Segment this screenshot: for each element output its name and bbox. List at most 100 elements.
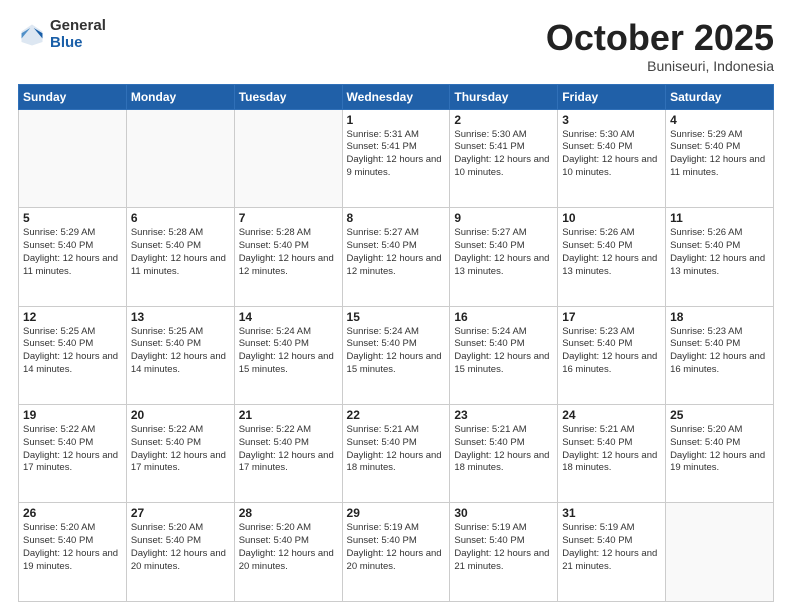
day-number: 20 bbox=[131, 408, 230, 422]
day-info: Sunrise: 5:22 AM Sunset: 5:40 PM Dayligh… bbox=[131, 424, 230, 475]
weekday-saturday: Saturday bbox=[666, 84, 774, 109]
day-info: Sunrise: 5:22 AM Sunset: 5:40 PM Dayligh… bbox=[23, 424, 122, 475]
day-cell: 10 Sunrise: 5:26 AM Sunset: 5:40 PM Dayli… bbox=[558, 208, 666, 306]
day-number: 18 bbox=[670, 310, 769, 324]
day-number: 16 bbox=[454, 310, 553, 324]
day-cell: 9Sunrise: 5:27 AM Sunset: 5:40 PM Daylig… bbox=[450, 208, 558, 306]
page: General Blue October 2025 Buniseuri, Ind… bbox=[0, 0, 792, 612]
day-number: 19 bbox=[23, 408, 122, 422]
day-cell: 14 Sunrise: 5:24 AM Sunset: 5:40 PM Dayli… bbox=[234, 306, 342, 404]
logo-blue: Blue bbox=[50, 34, 83, 51]
day-number: 6 bbox=[131, 211, 230, 225]
day-number: 14 bbox=[239, 310, 338, 324]
day-cell: 20 Sunrise: 5:22 AM Sunset: 5:40 PM Dayli… bbox=[126, 405, 234, 503]
day-cell: 31Sunrise: 5:19 AM Sunset: 5:40 PM Dayli… bbox=[558, 503, 666, 602]
week-row-2: 12Sunrise: 5:25 AM Sunset: 5:40 PM Dayli… bbox=[19, 306, 774, 404]
header: General Blue October 2025 Buniseuri, Ind… bbox=[18, 18, 774, 74]
day-number: 26 bbox=[23, 506, 122, 520]
logo-icon bbox=[18, 21, 46, 49]
day-info: Sunrise: 5:23 AM Sunset: 5:40 PM Dayligh… bbox=[670, 326, 769, 377]
day-number: 17 bbox=[562, 310, 661, 324]
day-number: 25 bbox=[670, 408, 769, 422]
day-number: 10 bbox=[562, 211, 661, 225]
day-number: 15 bbox=[347, 310, 446, 324]
day-number: 30 bbox=[454, 506, 553, 520]
day-number: 1 bbox=[347, 113, 446, 127]
day-cell bbox=[234, 109, 342, 207]
day-number: 23 bbox=[454, 408, 553, 422]
weekday-monday: Monday bbox=[126, 84, 234, 109]
day-cell: 2Sunrise: 5:30 AM Sunset: 5:41 PM Daylig… bbox=[450, 109, 558, 207]
day-number: 11 bbox=[670, 211, 769, 225]
day-cell: 26 Sunrise: 5:20 AM Sunset: 5:40 PM Dayli… bbox=[19, 503, 127, 602]
day-info: Sunrise: 5:31 AM Sunset: 5:41 PM Dayligh… bbox=[347, 129, 446, 180]
day-number: 29 bbox=[347, 506, 446, 520]
day-number: 8 bbox=[347, 211, 446, 225]
day-info: Sunrise: 5:27 AM Sunset: 5:40 PM Dayligh… bbox=[347, 227, 446, 278]
day-info: Sunrise: 5:29 AM Sunset: 5:40 PM Dayligh… bbox=[670, 129, 769, 180]
day-number: 22 bbox=[347, 408, 446, 422]
day-info: Sunrise: 5:20 AM Sunset: 5:40 PM Dayligh… bbox=[670, 424, 769, 475]
month-title: October 2025 bbox=[546, 18, 774, 58]
day-number: 24 bbox=[562, 408, 661, 422]
week-row-0: 1 Sunrise: 5:31 AM Sunset: 5:41 PM Daylig… bbox=[19, 109, 774, 207]
day-cell: 3 Sunrise: 5:30 AM Sunset: 5:40 PM Daylig… bbox=[558, 109, 666, 207]
day-cell: 16 Sunrise: 5:24 AM Sunset: 5:40 PM Dayli… bbox=[450, 306, 558, 404]
day-info: Sunrise: 5:19 AM Sunset: 5:40 PM Dayligh… bbox=[454, 522, 553, 573]
day-info: Sunrise: 5:24 AM Sunset: 5:40 PM Dayligh… bbox=[347, 326, 446, 377]
day-info: Sunrise: 5:24 AM Sunset: 5:40 PM Dayligh… bbox=[239, 326, 338, 377]
week-row-3: 19 Sunrise: 5:22 AM Sunset: 5:40 PM Dayli… bbox=[19, 405, 774, 503]
day-cell: 28Sunrise: 5:20 AM Sunset: 5:40 PM Dayli… bbox=[234, 503, 342, 602]
day-cell: 6 Sunrise: 5:28 AM Sunset: 5:40 PM Daylig… bbox=[126, 208, 234, 306]
day-cell: 7Sunrise: 5:28 AM Sunset: 5:40 PM Daylig… bbox=[234, 208, 342, 306]
day-number: 3 bbox=[562, 113, 661, 127]
day-cell bbox=[666, 503, 774, 602]
day-info: Sunrise: 5:26 AM Sunset: 5:40 PM Dayligh… bbox=[670, 227, 769, 278]
day-info: Sunrise: 5:21 AM Sunset: 5:40 PM Dayligh… bbox=[454, 424, 553, 475]
day-cell: 12Sunrise: 5:25 AM Sunset: 5:40 PM Dayli… bbox=[19, 306, 127, 404]
calendar-table: SundayMondayTuesdayWednesdayThursdayFrid… bbox=[18, 84, 774, 602]
day-cell: 13Sunrise: 5:25 AM Sunset: 5:40 PM Dayli… bbox=[126, 306, 234, 404]
logo-general: General bbox=[50, 17, 106, 34]
day-info: Sunrise: 5:30 AM Sunset: 5:40 PM Dayligh… bbox=[562, 129, 661, 180]
day-cell: 21 Sunrise: 5:22 AM Sunset: 5:40 PM Dayli… bbox=[234, 405, 342, 503]
day-cell: 24 Sunrise: 5:21 AM Sunset: 5:40 PM Dayli… bbox=[558, 405, 666, 503]
day-cell: 29Sunrise: 5:19 AM Sunset: 5:40 PM Dayli… bbox=[342, 503, 450, 602]
day-cell: 27Sunrise: 5:20 AM Sunset: 5:40 PM Dayli… bbox=[126, 503, 234, 602]
day-info: Sunrise: 5:23 AM Sunset: 5:40 PM Dayligh… bbox=[562, 326, 661, 377]
weekday-wednesday: Wednesday bbox=[342, 84, 450, 109]
day-cell: 8 Sunrise: 5:27 AM Sunset: 5:40 PM Daylig… bbox=[342, 208, 450, 306]
day-info: Sunrise: 5:21 AM Sunset: 5:40 PM Dayligh… bbox=[347, 424, 446, 475]
title-block: October 2025 Buniseuri, Indonesia bbox=[546, 18, 774, 74]
day-cell: 23 Sunrise: 5:21 AM Sunset: 5:40 PM Dayli… bbox=[450, 405, 558, 503]
day-number: 7 bbox=[239, 211, 338, 225]
day-info: Sunrise: 5:20 AM Sunset: 5:40 PM Dayligh… bbox=[239, 522, 338, 573]
day-number: 12 bbox=[23, 310, 122, 324]
week-row-4: 26 Sunrise: 5:20 AM Sunset: 5:40 PM Dayli… bbox=[19, 503, 774, 602]
day-cell bbox=[19, 109, 127, 207]
day-cell: 1 Sunrise: 5:31 AM Sunset: 5:41 PM Daylig… bbox=[342, 109, 450, 207]
weekday-header-row: SundayMondayTuesdayWednesdayThursdayFrid… bbox=[19, 84, 774, 109]
day-cell: 19 Sunrise: 5:22 AM Sunset: 5:40 PM Dayli… bbox=[19, 405, 127, 503]
day-cell: 11 Sunrise: 5:26 AM Sunset: 5:40 PM Dayli… bbox=[666, 208, 774, 306]
day-info: Sunrise: 5:20 AM Sunset: 5:40 PM Dayligh… bbox=[23, 522, 122, 573]
day-number: 5 bbox=[23, 211, 122, 225]
day-info: Sunrise: 5:22 AM Sunset: 5:40 PM Dayligh… bbox=[239, 424, 338, 475]
day-info: Sunrise: 5:28 AM Sunset: 5:40 PM Dayligh… bbox=[131, 227, 230, 278]
weekday-sunday: Sunday bbox=[19, 84, 127, 109]
day-cell bbox=[126, 109, 234, 207]
weekday-tuesday: Tuesday bbox=[234, 84, 342, 109]
day-cell: 22 Sunrise: 5:21 AM Sunset: 5:40 PM Dayli… bbox=[342, 405, 450, 503]
day-info: Sunrise: 5:30 AM Sunset: 5:41 PM Dayligh… bbox=[454, 129, 553, 180]
location: Buniseuri, Indonesia bbox=[546, 58, 774, 74]
day-cell: 15 Sunrise: 5:24 AM Sunset: 5:40 PM Dayli… bbox=[342, 306, 450, 404]
day-info: Sunrise: 5:26 AM Sunset: 5:40 PM Dayligh… bbox=[562, 227, 661, 278]
day-info: Sunrise: 5:21 AM Sunset: 5:40 PM Dayligh… bbox=[562, 424, 661, 475]
day-info: Sunrise: 5:24 AM Sunset: 5:40 PM Dayligh… bbox=[454, 326, 553, 377]
day-cell: 30 Sunrise: 5:19 AM Sunset: 5:40 PM Dayli… bbox=[450, 503, 558, 602]
day-number: 21 bbox=[239, 408, 338, 422]
weekday-friday: Friday bbox=[558, 84, 666, 109]
day-cell: 18 Sunrise: 5:23 AM Sunset: 5:40 PM Dayli… bbox=[666, 306, 774, 404]
day-info: Sunrise: 5:20 AM Sunset: 5:40 PM Dayligh… bbox=[131, 522, 230, 573]
day-number: 13 bbox=[131, 310, 230, 324]
